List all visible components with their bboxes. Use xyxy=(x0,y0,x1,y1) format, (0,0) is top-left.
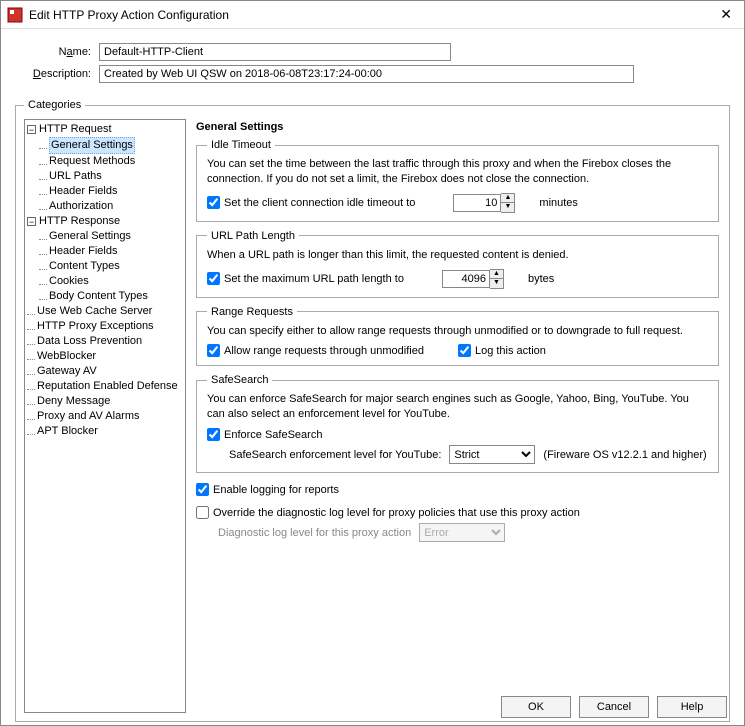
tree-node-proxy-exceptions[interactable]: HTTP Proxy Exceptions xyxy=(25,319,185,334)
idle-timeout-group: Idle Timeout You can set the time betwee… xyxy=(196,139,719,222)
tree-node-general-settings-resp[interactable]: General Settings xyxy=(39,229,185,244)
categories-fieldset: Categories − HTTP Request General Settin… xyxy=(15,99,730,722)
tree-node-reputation[interactable]: Reputation Enabled Defense xyxy=(25,379,185,394)
tree-node-alarms[interactable]: Proxy and AV Alarms xyxy=(25,409,185,424)
tree-node-dlp[interactable]: Data Loss Prevention xyxy=(25,334,185,349)
safesearch-group: SafeSearch You can enforce SafeSearch fo… xyxy=(196,374,719,473)
description-label: Description: xyxy=(19,68,99,80)
tree-node-http-response[interactable]: − HTTP Response xyxy=(25,214,185,229)
idle-timeout-input[interactable] xyxy=(453,194,501,212)
window-title: Edit HTTP Proxy Action Configuration xyxy=(29,8,714,22)
safesearch-level-label: SafeSearch enforcement level for YouTube… xyxy=(229,449,441,461)
tree-node-http-request[interactable]: − HTTP Request xyxy=(25,122,185,137)
tree-node-gateway-av[interactable]: Gateway AV xyxy=(25,364,185,379)
diag-level-select: Error xyxy=(419,523,505,542)
help-button[interactable]: Help xyxy=(657,696,727,718)
name-input[interactable] xyxy=(99,43,451,61)
url-path-checkbox[interactable] xyxy=(207,272,220,285)
category-tree[interactable]: − HTTP Request General Settings Request … xyxy=(24,119,186,713)
url-path-desc: When a URL path is longer than this limi… xyxy=(207,248,708,263)
diag-label: Diagnostic log level for this proxy acti… xyxy=(218,527,411,539)
enable-logging-checkbox[interactable] xyxy=(196,483,209,496)
spin-up-icon[interactable]: ▲ xyxy=(490,270,503,279)
allow-range-checkbox[interactable] xyxy=(207,344,220,357)
app-icon xyxy=(7,7,23,23)
safesearch-level-select[interactable]: Strict xyxy=(449,445,535,464)
tree-node-header-fields-req[interactable]: Header Fields xyxy=(39,184,185,199)
close-icon[interactable]: ✕ xyxy=(714,6,738,23)
range-requests-group: Range Requests You can specify either to… xyxy=(196,306,719,367)
collapse-icon[interactable]: − xyxy=(27,217,36,226)
spin-down-icon[interactable]: ▼ xyxy=(490,279,503,288)
url-path-group: URL Path Length When a URL path is longe… xyxy=(196,230,719,298)
tree-node-url-paths[interactable]: URL Paths xyxy=(39,169,185,184)
tree-node-webblocker[interactable]: WebBlocker xyxy=(25,349,185,364)
idle-timeout-checkbox[interactable] xyxy=(207,196,220,209)
tree-node-request-methods[interactable]: Request Methods xyxy=(39,154,185,169)
tree-node-cookies[interactable]: Cookies xyxy=(39,274,185,289)
collapse-icon[interactable]: − xyxy=(27,125,36,134)
tree-node-body-content-types[interactable]: Body Content Types xyxy=(39,289,185,304)
name-label: Name: xyxy=(19,46,99,58)
override-loglevel-checkbox[interactable] xyxy=(196,506,209,519)
url-path-input[interactable] xyxy=(442,270,490,288)
tree-node-header-fields-resp[interactable]: Header Fields xyxy=(39,244,185,259)
tree-node-apt-blocker[interactable]: APT Blocker xyxy=(25,424,185,439)
enforce-safesearch-checkbox[interactable] xyxy=(207,428,220,441)
spin-down-icon[interactable]: ▼ xyxy=(501,203,514,212)
cancel-button[interactable]: Cancel xyxy=(579,696,649,718)
safesearch-note: (Fireware OS v12.2.1 and higher) xyxy=(543,449,706,461)
tree-node-web-cache[interactable]: Use Web Cache Server xyxy=(25,304,185,319)
tree-node-deny-message[interactable]: Deny Message xyxy=(25,394,185,409)
tree-node-general-settings[interactable]: General Settings xyxy=(39,137,185,154)
safesearch-desc: You can enforce SafeSearch for major sea… xyxy=(207,392,708,422)
categories-legend: Categories xyxy=(24,99,85,111)
log-range-checkbox[interactable] xyxy=(458,344,471,357)
tree-node-authorization[interactable]: Authorization xyxy=(39,199,185,214)
description-input[interactable] xyxy=(99,65,634,83)
spin-up-icon[interactable]: ▲ xyxy=(501,194,514,203)
ok-button[interactable]: OK xyxy=(501,696,571,718)
tree-node-content-types[interactable]: Content Types xyxy=(39,259,185,274)
range-requests-desc: You can specify either to allow range re… xyxy=(207,324,708,339)
idle-timeout-desc: You can set the time between the last tr… xyxy=(207,157,708,187)
panel-heading: General Settings xyxy=(196,121,719,133)
